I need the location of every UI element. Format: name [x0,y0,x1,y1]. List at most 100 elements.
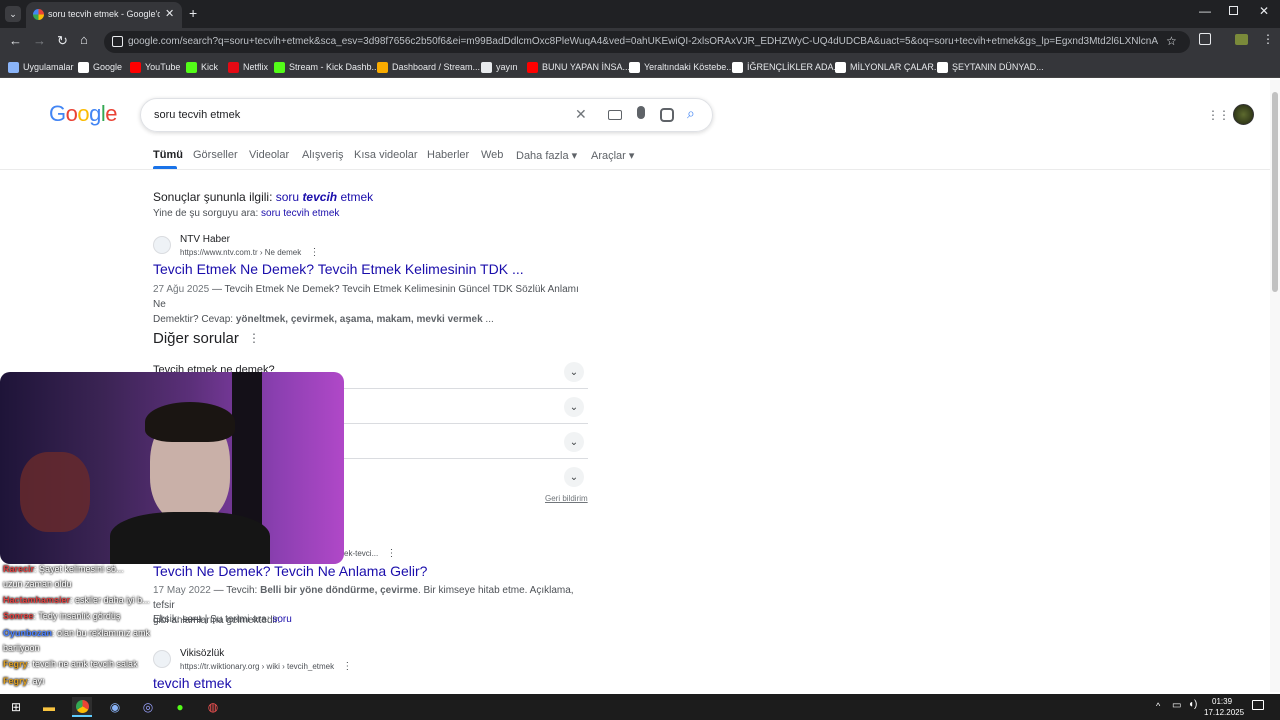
bookmark-item[interactable]: Dashboard / Stream... [377,60,480,74]
site-info-icon[interactable] [112,36,123,47]
bookmark-item[interactable]: MİLYONLAR ÇALAR... [835,60,941,74]
globe-icon [732,61,743,73]
clock-date[interactable]: 17.12.2025 [1204,708,1244,717]
home-icon[interactable]: ⌂ [80,32,88,47]
extensions-icon[interactable] [1199,33,1211,45]
paa-more-icon[interactable]: ⋮ [248,331,260,345]
bookmark-item[interactable]: YouTube [130,60,180,74]
search-box[interactable]: soru tecvih etmek ✕ ⌕ [140,98,713,132]
reload-icon[interactable]: ↻ [57,33,68,49]
keyboard-icon[interactable] [608,110,622,120]
result1-snippet-end: ... [482,314,494,325]
chevron-down-icon[interactable]: ⌄ [564,432,584,452]
chat-username: Hactamhamsier [3,595,71,605]
more-options-icon[interactable]: ⋮ [342,661,352,672]
chat-text: : ayı [27,676,45,686]
scrollbar-track[interactable] [1270,80,1280,692]
chevron-down-icon: ⌄ [9,8,17,19]
kick-icon [274,61,285,73]
search-input[interactable]: soru tecvih etmek [154,109,240,121]
result3-source[interactable]: Vikisözlük [180,648,224,659]
more-options-icon[interactable]: ⋮ [386,548,396,559]
minimize-icon[interactable]: — [1199,4,1211,18]
close-tab-icon[interactable]: ✕ [165,7,174,20]
tab-8[interactable]: Araçlar ▾ [591,149,634,162]
bookmark-item[interactable]: Kick [186,60,218,74]
voice-search-icon[interactable] [637,106,645,119]
feedback-link[interactable]: Geri bildirim [545,494,588,503]
tab-4[interactable]: Kısa videolar [354,149,418,161]
result1-snippet: 27 Ağu 2025 — Tevcih Etmek Ne Demek? Tev… [153,282,583,327]
missing-label: Eksik: [153,614,180,625]
tab-title: soru tecvih etmek - Google'da A [48,9,160,19]
tab-7[interactable]: Daha fazla ▾ [516,149,577,162]
start-icon[interactable]: ⊞ [6,697,26,717]
chat-username: Oyunbozan [3,628,52,638]
result3-title[interactable]: tevcih etmek [153,675,232,691]
network-icon[interactable]: ▭ [1172,700,1181,711]
bookmark-item[interactable]: ŞEYTANIN DÜNYAD... [937,60,1044,74]
spell-alt-link[interactable]: soru tecvih etmek [261,208,339,219]
bookmark-item[interactable]: Uygulamalar [8,60,74,74]
result2-snippet-a: — Tevcih: [210,585,261,596]
bookmark-item[interactable]: yayın [481,60,518,74]
bookmark-item[interactable]: BUNU YAPAN İNSA... [527,60,630,74]
scrollbar-thumb[interactable] [1272,92,1278,292]
more-options-icon[interactable]: ⋮ [309,247,319,258]
browser-tab[interactable]: soru tecvih etmek - Google'da A ✕ [26,2,182,28]
result3-cite[interactable]: https://tr.wiktionary.org › wiki › tevci… [180,661,352,672]
result1-source[interactable]: NTV Haber [180,234,230,245]
close-window-icon[interactable]: ✕ [1259,4,1269,18]
obs-icon[interactable]: ◍ [203,697,223,717]
bookmark-item[interactable]: Netflix [228,60,268,74]
tab-5[interactable]: Haberler [427,149,469,161]
restore-icon[interactable] [1229,6,1238,15]
tab-3[interactable]: Alışveriş [302,149,344,161]
bookmark-item[interactable]: Stream - Kick Dashb... [274,60,379,74]
result1-cite[interactable]: https://www.ntv.com.tr › Ne demek ⋮ [180,247,319,258]
bookmark-label: Kick [201,62,219,72]
result1-title[interactable]: Tevcih Etmek Ne Demek? Tevcih Etmek Keli… [153,261,524,277]
chevron-down-icon[interactable]: ⌄ [564,397,584,417]
bookmark-item[interactable]: Google [78,60,122,74]
person-body-shape [110,512,270,564]
volume-icon[interactable]: ◖) [1188,699,1197,710]
tab-search-button[interactable]: ⌄ [5,6,21,22]
lens-icon[interactable] [660,108,674,122]
new-tab-icon[interactable]: + [189,5,197,21]
chrome-icon[interactable] [72,697,92,717]
avatar[interactable] [1233,104,1254,125]
bookmark-label: Uygulamalar [23,62,74,72]
chevron-down-icon[interactable]: ⌄ [564,467,584,487]
chevron-down-icon[interactable]: ⌄ [564,362,584,382]
result1-date: 27 Ağu 2025 [153,284,210,295]
tab-0[interactable]: Tümü [153,149,183,161]
tab-6[interactable]: Web [481,149,503,161]
menu-icon[interactable]: ⋮ [1262,32,1274,46]
discord-icon[interactable]: ◎ [138,697,158,717]
bookmark-star-icon[interactable]: ☆ [1166,34,1177,48]
clock-time[interactable]: 01:39 [1212,697,1232,706]
webcam-overlay [0,372,344,564]
tab-1[interactable]: Görseller [193,149,238,161]
youtube-icon [527,61,538,73]
search-icon[interactable]: ⌕ [687,105,695,122]
notifications-icon[interactable] [1252,700,1264,710]
tray-chevron-icon[interactable]: ^ [1156,701,1160,711]
steam-icon[interactable]: ◉ [105,697,125,717]
back-icon[interactable]: ← [9,33,22,48]
must-include-link[interactable]: soru [272,614,291,625]
kick-icon[interactable]: ● [170,697,190,717]
clear-icon[interactable]: ✕ [575,106,587,123]
bookmark-item[interactable]: İĞRENÇLİKLER ADA... [732,60,841,74]
extension-avatar-icon[interactable] [1235,34,1248,45]
bookmark-item[interactable]: Yeraltındaki Köstebe... [629,60,734,74]
spell-corrected-link[interactable]: soru tevcih etmek [276,190,373,204]
tab-2[interactable]: Videolar [249,149,289,161]
address-bar[interactable]: google.com/search?q=soru+tecvih+etmek&sc… [104,31,1190,53]
forward-icon[interactable]: → [33,33,46,48]
file-explorer-icon[interactable]: ▬ [39,697,59,717]
bookmark-label: Netflix [243,62,269,72]
google-logo[interactable]: Google [49,101,118,127]
result2-title[interactable]: Tevcih Ne Demek? Tevcih Ne Anlama Gelir? [153,563,427,579]
